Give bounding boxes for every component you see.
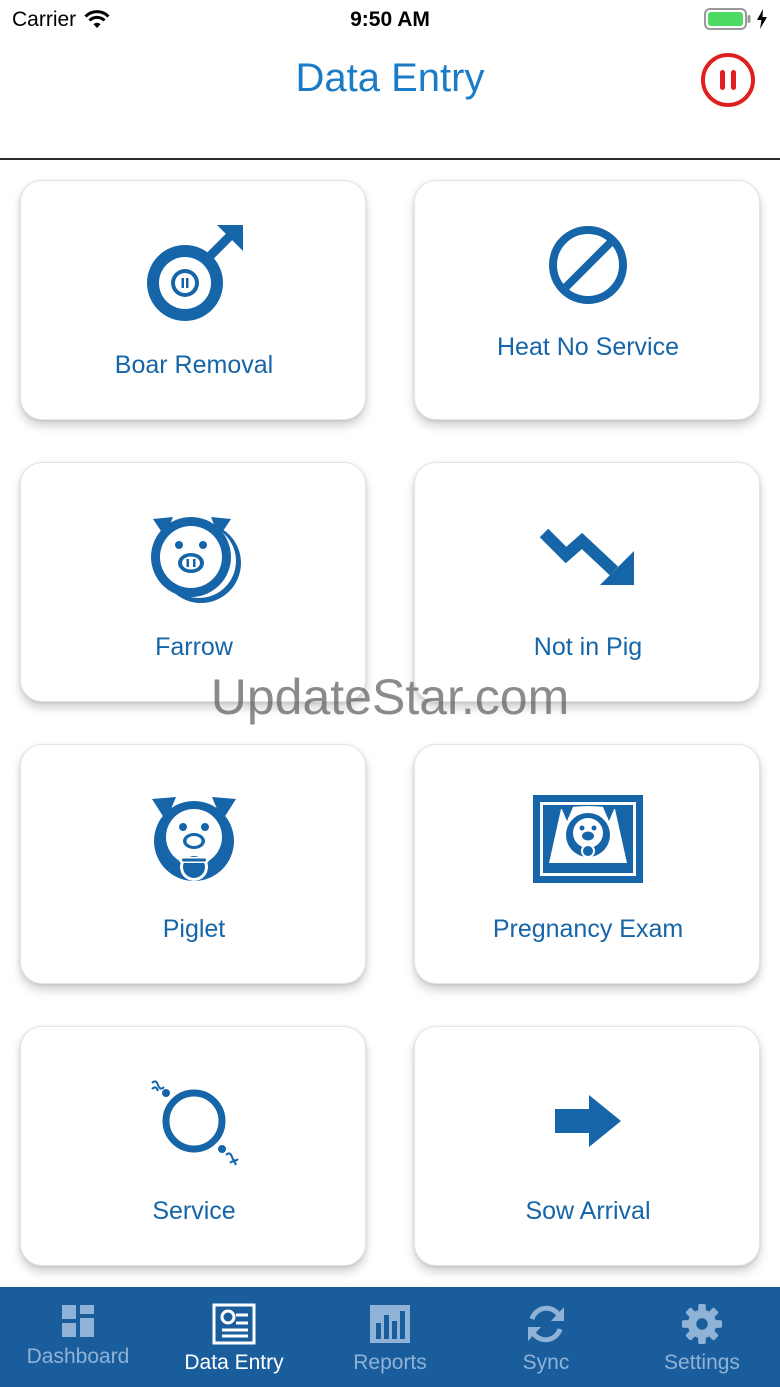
status-bar: Carrier 9:50 AM	[0, 0, 780, 40]
dashboard-icon	[62, 1305, 94, 1337]
service-ring-icon	[151, 1080, 239, 1166]
prohibited-icon	[549, 226, 627, 304]
tab-label: Dashboard	[26, 1345, 130, 1368]
tile-farrow[interactable]: Farrow	[20, 462, 366, 702]
tile-label: Piglet	[162, 915, 226, 943]
tile-label: Heat No Service	[496, 333, 680, 361]
battery-indicator	[704, 8, 768, 30]
tile-piglet[interactable]: Piglet	[20, 744, 366, 984]
tile-heat-no-service[interactable]: Heat No Service	[414, 180, 760, 420]
tab-reports[interactable]: Reports	[312, 1287, 468, 1387]
charging-bolt-icon	[757, 9, 767, 29]
status-time: 9:50 AM	[350, 8, 430, 31]
sow-litter-icon	[151, 517, 241, 603]
piglet-pacifier-icon	[152, 797, 236, 881]
arrow-right-icon	[555, 1095, 621, 1147]
tile-not-in-pig[interactable]: Not in Pig	[414, 462, 760, 702]
male-symbol-icon	[147, 225, 243, 321]
data-entry-icon	[212, 1303, 256, 1345]
tile-label: Boar Removal	[114, 351, 274, 379]
gear-icon	[681, 1303, 723, 1345]
trend-down-arrow-icon	[539, 528, 634, 585]
tab-data-entry[interactable]: Data Entry	[156, 1287, 312, 1387]
tab-bar: Dashboard Data Entry Reports Sync Settin…	[0, 1287, 780, 1387]
tab-label: Data Entry	[184, 1351, 284, 1374]
tab-label: Settings	[664, 1351, 740, 1374]
tab-label: Reports	[353, 1351, 427, 1374]
tile-sow-arrival[interactable]: Sow Arrival	[414, 1026, 760, 1266]
reports-icon	[370, 1305, 410, 1343]
tile-label: Pregnancy Exam	[492, 915, 684, 943]
navigation-bar: Data Entry	[0, 40, 780, 160]
tile-service[interactable]: Service	[20, 1026, 366, 1266]
tab-dashboard[interactable]: Dashboard	[0, 1287, 156, 1387]
tile-label: Not in Pig	[533, 633, 643, 661]
battery-icon	[704, 8, 751, 30]
pause-circle-icon[interactable]	[700, 52, 756, 108]
ultrasound-icon	[533, 795, 643, 883]
tile-label: Service	[152, 1197, 236, 1225]
tile-pregnancy-exam[interactable]: Pregnancy Exam	[414, 744, 760, 984]
tab-sync[interactable]: Sync	[468, 1287, 624, 1387]
tab-label: Sync	[522, 1351, 570, 1374]
page-title: Data Entry	[295, 56, 485, 100]
sync-icon	[528, 1305, 564, 1343]
tile-boar-removal[interactable]: Boar Removal	[20, 180, 366, 420]
tile-label: Sow Arrival	[525, 1197, 651, 1225]
tab-settings[interactable]: Settings	[624, 1287, 780, 1387]
watermark: UpdateStar.com	[210, 669, 570, 725]
tile-label: Farrow	[155, 633, 233, 661]
